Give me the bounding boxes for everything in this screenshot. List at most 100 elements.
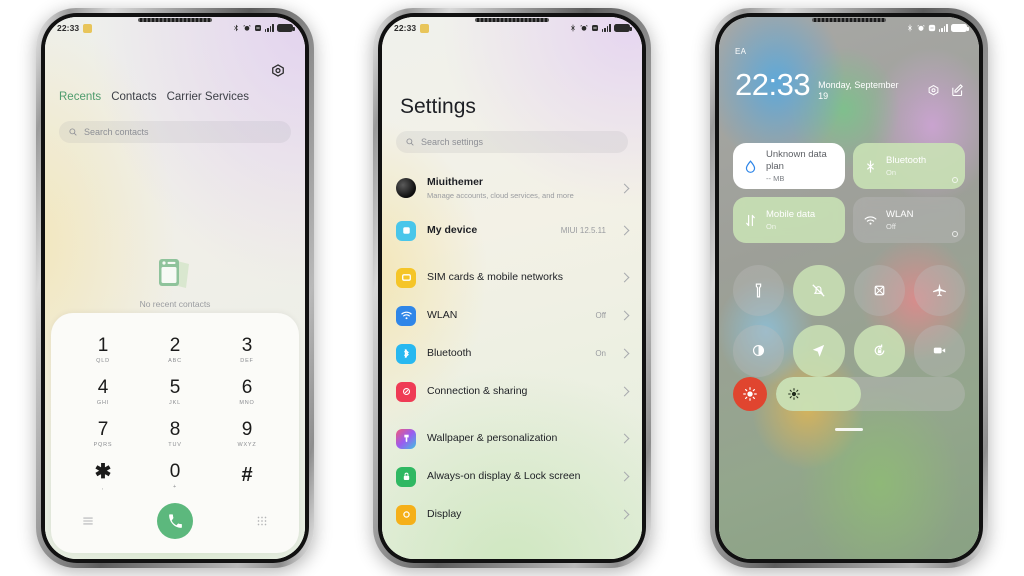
- call-button[interactable]: [157, 503, 193, 539]
- clock-date: Monday, September 19: [818, 80, 899, 102]
- screenshot-icon: [874, 285, 884, 296]
- tile-bluetooth[interactable]: Bluetooth On: [853, 143, 965, 189]
- key-5[interactable]: 5 JKL: [139, 371, 211, 413]
- key-8[interactable]: 8 TUV: [139, 413, 211, 455]
- key-1-digit: 1: [97, 335, 109, 356]
- page-title: Settings: [400, 95, 476, 118]
- chevron-right-icon: [619, 509, 630, 520]
- search-settings-field[interactable]: Search settings: [396, 131, 628, 153]
- key-6-digit: 6: [241, 377, 253, 398]
- chevron-right-icon: [619, 386, 630, 397]
- settings-row-my-device[interactable]: My device MIUI 12.5.11: [382, 212, 642, 250]
- tile-wlan-text: WLAN Off: [886, 209, 913, 231]
- key-3[interactable]: 3 DEF: [211, 329, 283, 371]
- notification-badge-icon: [420, 23, 430, 33]
- edit-pencil-icon[interactable]: [950, 83, 965, 98]
- toggle-screenshot[interactable]: [853, 265, 905, 317]
- settings-row-wlan[interactable]: WLAN Off: [382, 297, 642, 335]
- wallpaper-label: Wallpaper & personalization: [427, 432, 558, 445]
- settings-row-lock-screen[interactable]: Always-on display & Lock screen: [382, 458, 642, 496]
- settings-list: Miuithemer Manage accounts, cloud servic…: [382, 165, 642, 559]
- home-indicator[interactable]: [835, 428, 863, 431]
- search-contacts-placeholder: Search contacts: [84, 127, 149, 137]
- silent-mode-icon: [812, 284, 826, 297]
- settings-group-gap: [382, 250, 642, 259]
- settings-row-account[interactable]: Miuithemer Manage accounts, cloud servic…: [382, 165, 642, 212]
- toggle-auto-rotate-lock[interactable]: [853, 325, 905, 377]
- clock-time: 22:33: [735, 67, 811, 102]
- account-subtitle: Manage accounts, cloud services, and mor…: [427, 191, 574, 201]
- settings-group-gap: [382, 411, 642, 420]
- control-center-header: 22:33 Monday, September 19: [735, 69, 965, 103]
- tab-recents[interactable]: Recents: [59, 91, 101, 103]
- toggle-location[interactable]: [793, 325, 845, 377]
- my-device-icon: [396, 220, 416, 241]
- key-9[interactable]: 9 WXYZ: [211, 413, 283, 455]
- tile-bluetooth-text: Bluetooth On: [886, 155, 926, 177]
- settings-row-connection-sharing[interactable]: Connection & sharing: [382, 373, 642, 411]
- lock-screen-text: Always-on display & Lock screen: [427, 470, 610, 483]
- auto-brightness-button[interactable]: [733, 377, 767, 411]
- key-7[interactable]: 7 PQRS: [67, 413, 139, 455]
- key-hash[interactable]: #: [211, 455, 283, 497]
- hamburger-menu-icon[interactable]: [81, 514, 95, 528]
- statusbar-right-2: [569, 24, 632, 32]
- account-name: Miuithemer: [427, 176, 484, 188]
- key-5-letters: JKL: [169, 400, 181, 406]
- tile-data-plan[interactable]: Unknown data plan -- MB: [733, 143, 845, 189]
- link-glyph-icon: [402, 388, 410, 396]
- settings-row-sim-cards[interactable]: SIM cards & mobile networks: [382, 259, 642, 297]
- control-center-tiles: Unknown data plan -- MB Bluetooth On Mob…: [733, 143, 965, 243]
- tab-carrier-services[interactable]: Carrier Services: [167, 91, 249, 103]
- key-4[interactable]: 4 GHI: [67, 371, 139, 413]
- empty-state-caption: No recent contacts: [139, 299, 211, 309]
- brightness-slider[interactable]: [776, 377, 965, 411]
- wlan-label: WLAN: [427, 309, 458, 322]
- tile-wlan-expand-icon[interactable]: [952, 231, 958, 237]
- tab-contacts[interactable]: Contacts: [111, 91, 156, 103]
- tile-wlan[interactable]: WLAN Off: [853, 197, 965, 243]
- padlock-glyph-icon: [403, 473, 409, 481]
- key-1[interactable]: 1 QLD: [67, 329, 139, 371]
- status-time: 22:33: [394, 23, 417, 33]
- settings-row-wallpaper[interactable]: Wallpaper & personalization: [382, 420, 642, 458]
- tile-mobile-data-sub: On: [766, 222, 777, 232]
- phone-bezel-1: 22:33 Recents Contacts Carrier Services …: [41, 13, 309, 563]
- battery-icon: [951, 24, 969, 32]
- chevron-right-icon: [619, 310, 630, 321]
- tile-mobile-data[interactable]: Mobile data On: [733, 197, 845, 243]
- search-icon: [406, 138, 414, 146]
- tile-bluetooth-expand-icon[interactable]: [952, 177, 958, 183]
- key-hash-digit: #: [241, 463, 253, 486]
- signal-icon: [264, 24, 274, 32]
- key-0-sub: +: [172, 484, 177, 490]
- tile-wlan-sub: Off: [886, 222, 896, 232]
- dialpad-keyboard-icon[interactable]: [255, 514, 269, 528]
- settings-gear-icon[interactable]: [926, 83, 941, 98]
- key-star[interactable]: ✱,: [67, 455, 139, 497]
- search-contacts-field[interactable]: Search contacts: [59, 121, 291, 143]
- alarm-icon: [579, 25, 588, 31]
- key-2[interactable]: 2 ABC: [139, 329, 211, 371]
- key-0[interactable]: 0 +: [139, 455, 211, 497]
- toggle-dark-mode[interactable]: [733, 325, 785, 377]
- contact-cards-icon: [159, 259, 189, 288]
- my-device-label: My device: [427, 224, 478, 237]
- settings-gear-icon[interactable]: [269, 63, 287, 81]
- battery-icon: [614, 24, 632, 32]
- dnd-icon: [254, 25, 261, 31]
- key-6[interactable]: 6 MNO: [211, 371, 283, 413]
- bluetooth-icon: [907, 24, 912, 32]
- toggle-airplane-mode[interactable]: [913, 265, 965, 317]
- three-phone-showcase: 22:33 Recents Contacts Carrier Services …: [0, 0, 1024, 576]
- phone-control-center: EA 22:33 Monday, September 19 Unknown da…: [710, 8, 988, 568]
- settings-row-bluetooth[interactable]: Bluetooth On: [382, 335, 642, 373]
- toggle-silent-mode[interactable]: [793, 265, 845, 317]
- key-4-digit: 4: [97, 377, 109, 398]
- wlan-value: Off: [595, 311, 606, 321]
- display-icon: [396, 504, 416, 525]
- settings-row-display[interactable]: Display: [382, 496, 642, 534]
- toggle-flashlight[interactable]: [733, 265, 785, 317]
- toggle-screen-recorder[interactable]: [913, 325, 965, 377]
- key-star-digit: ✱: [94, 460, 112, 483]
